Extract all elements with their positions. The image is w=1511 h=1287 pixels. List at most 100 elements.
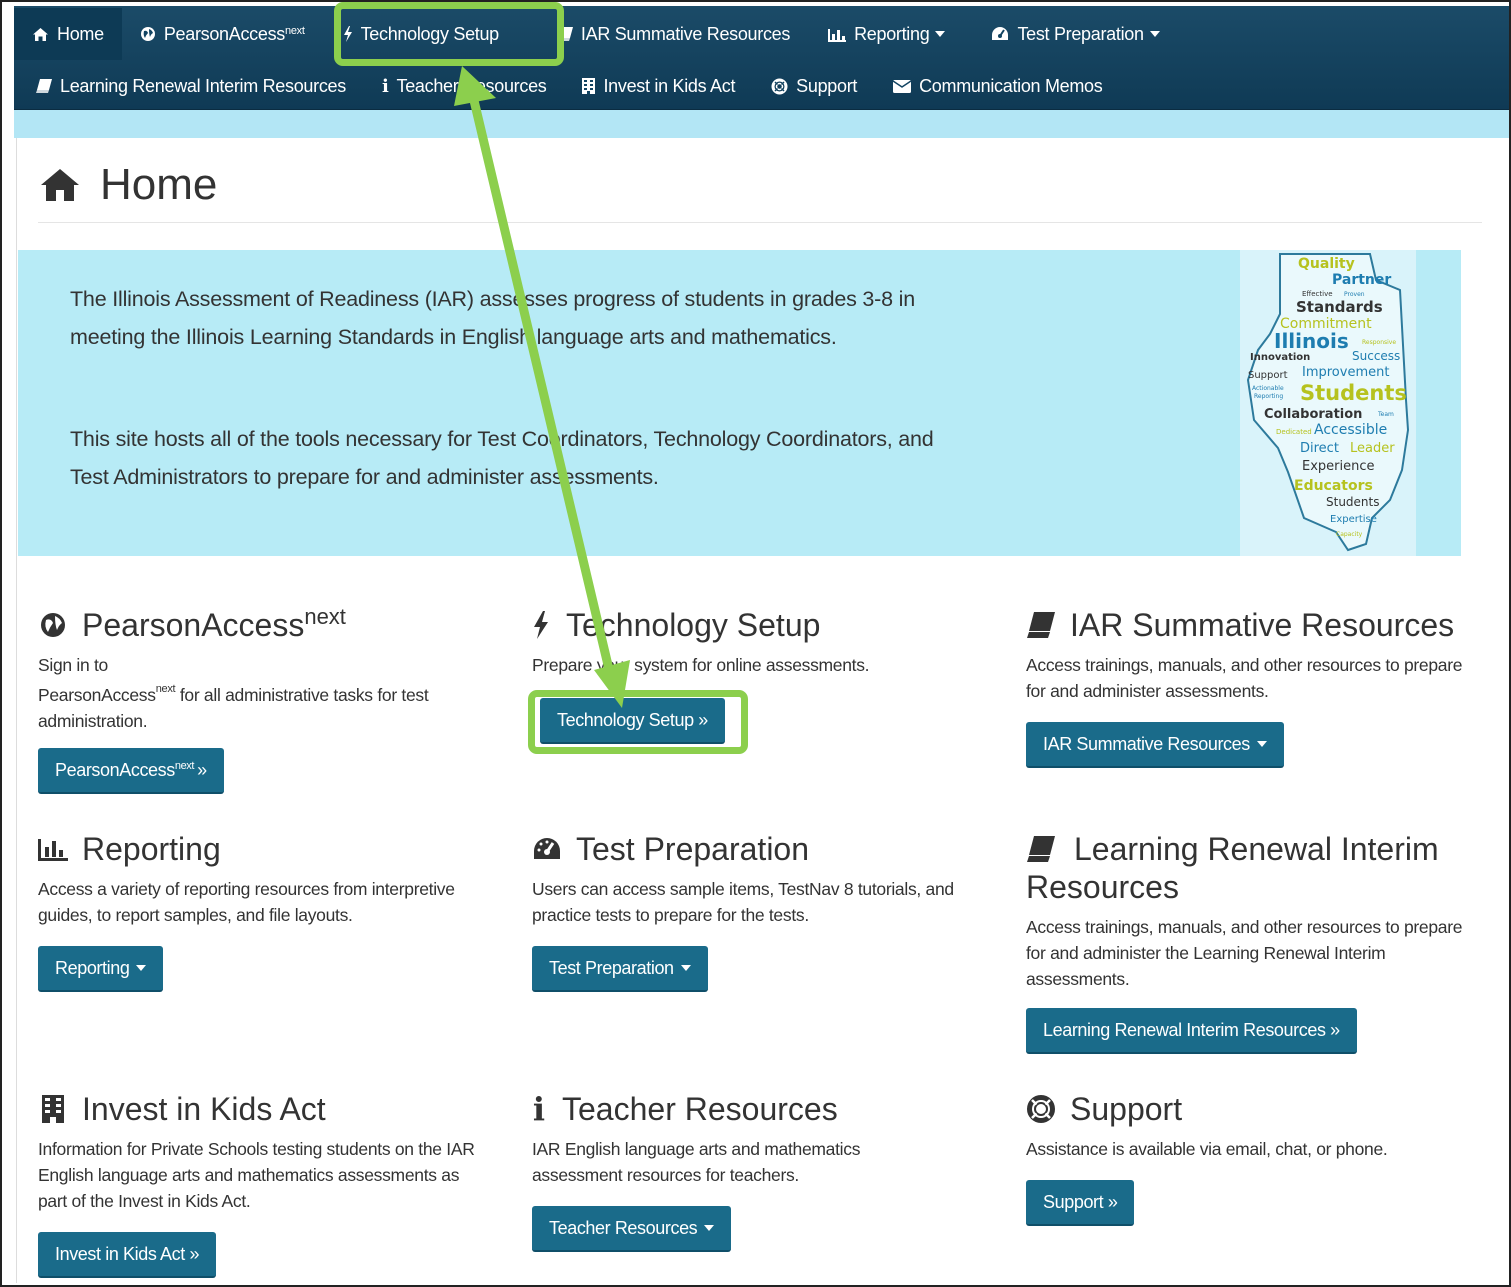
highlight-box-technology-setup-button bbox=[528, 690, 748, 754]
envelope-icon bbox=[893, 79, 912, 93]
card-invest-kids: Invest in Kids Act Information for Priva… bbox=[38, 1090, 488, 1214]
nav-test-preparation[interactable]: Test Preparation bbox=[963, 8, 1177, 60]
book-icon bbox=[36, 79, 52, 93]
svg-text:Success: Success bbox=[1352, 349, 1400, 363]
learning-renewal-button[interactable]: Learning Renewal Interim Resources » bbox=[1026, 1008, 1357, 1054]
support-button[interactable]: Support » bbox=[1026, 1180, 1135, 1226]
nav-iar-summative-label: IAR Summative Resources bbox=[580, 23, 791, 44]
svg-text:Educators: Educators bbox=[1294, 478, 1373, 494]
card-learning-renewal-desc: Access trainings, manuals, and other res… bbox=[1026, 917, 1463, 989]
nav-support-label: Support bbox=[796, 75, 858, 96]
nav-reporting-label: Reporting bbox=[854, 23, 930, 44]
card-technology-setup-desc: Prepare your system for online assessmen… bbox=[532, 655, 870, 675]
bolt-icon bbox=[532, 610, 550, 640]
card-pearsonaccess-title-sup: next bbox=[304, 604, 346, 629]
pearsonaccess-button-tail: » bbox=[197, 759, 207, 780]
card-test-preparation-title: Test Preparation bbox=[532, 830, 962, 868]
card-reporting-desc: Access a variety of reporting resources … bbox=[38, 879, 455, 925]
nav-row-2: Learning Renewal Interim Resources i Tea… bbox=[14, 60, 1120, 112]
card-iar-summative-desc: Access trainings, manuals, and other res… bbox=[1026, 655, 1463, 701]
card-learning-renewal-title-text: Learning Renewal Interim Resources bbox=[1026, 831, 1439, 905]
chevron-down-icon bbox=[704, 1225, 715, 1231]
chevron-down-icon bbox=[136, 965, 147, 971]
svg-text:Proven: Proven bbox=[1344, 291, 1365, 298]
nav-support[interactable]: Support bbox=[753, 60, 875, 112]
invest-kids-button-label: Invest in Kids Act » bbox=[55, 1243, 200, 1264]
nav-pearsonaccess-label: PearsonAccess bbox=[163, 23, 285, 44]
card-reporting-title: Reporting bbox=[38, 830, 498, 868]
svg-text:Capacity: Capacity bbox=[1336, 531, 1363, 538]
svg-text:Students: Students bbox=[1300, 381, 1407, 405]
card-iar-summative-title: IAR Summative Resources bbox=[1026, 606, 1476, 644]
page-title: Home bbox=[38, 160, 217, 210]
nav-communication-memos-label: Communication Memos bbox=[919, 75, 1103, 96]
svg-text:Experience: Experience bbox=[1302, 459, 1375, 474]
chevron-down-icon bbox=[1149, 31, 1160, 37]
nav-home[interactable]: Home bbox=[14, 8, 122, 60]
svg-text:Partner: Partner bbox=[1332, 272, 1391, 288]
card-technology-setup-title-text: Technology Setup bbox=[566, 607, 821, 643]
learning-renewal-button-label: Learning Renewal Interim Resources » bbox=[1043, 1019, 1340, 1040]
reporting-button-label: Reporting bbox=[55, 957, 130, 978]
dashboard-icon bbox=[991, 26, 1009, 42]
info-icon: i bbox=[532, 1090, 546, 1128]
nav-teacher-resources[interactable]: i Teacher Resources bbox=[364, 60, 565, 112]
chevron-down-icon bbox=[1256, 741, 1267, 747]
svg-text:Students: Students bbox=[1326, 495, 1380, 509]
invest-kids-button[interactable]: Invest in Kids Act » bbox=[38, 1232, 217, 1278]
card-pearsonaccess-desc: Sign in to PearsonAccessnext for all adm… bbox=[38, 652, 493, 734]
info-icon: i bbox=[381, 75, 389, 97]
iar-summative-button[interactable]: IAR Summative Resources bbox=[1026, 722, 1284, 768]
card-support-desc: Assistance is available via email, chat,… bbox=[1026, 1139, 1388, 1159]
svg-text:Quality: Quality bbox=[1298, 256, 1355, 272]
card-technology-setup: Technology Setup Prepare your system for… bbox=[532, 606, 972, 678]
nav-communication-memos[interactable]: Communication Memos bbox=[875, 60, 1120, 112]
svg-text:Dedicated: Dedicated bbox=[1276, 428, 1312, 436]
home-icon bbox=[32, 27, 49, 42]
book-icon bbox=[1026, 610, 1056, 640]
teacher-resources-button[interactable]: Teacher Resources bbox=[532, 1206, 732, 1252]
chevron-down-icon bbox=[680, 965, 691, 971]
card-teacher-resources-desc: IAR English language arts and mathematic… bbox=[532, 1139, 861, 1185]
chevron-down-icon bbox=[935, 31, 946, 37]
nav-teacher-resources-label: Teacher Resources bbox=[396, 75, 547, 96]
test-preparation-button[interactable]: Test Preparation bbox=[532, 946, 708, 992]
iar-summative-button-label: IAR Summative Resources bbox=[1043, 733, 1250, 754]
svg-text:Accessible: Accessible bbox=[1314, 422, 1387, 438]
card-technology-setup-title: Technology Setup bbox=[532, 606, 972, 644]
life-ring-icon bbox=[771, 78, 788, 95]
support-button-label: Support » bbox=[1043, 1191, 1118, 1212]
card-teacher-resources: i Teacher Resources IAR English language… bbox=[532, 1090, 952, 1188]
pearsonaccess-button-sup: next bbox=[174, 760, 195, 772]
svg-text:Collaboration: Collaboration bbox=[1264, 407, 1362, 422]
card-learning-renewal-title: Learning Renewal Interim Resources bbox=[1026, 830, 1466, 906]
card-test-preparation-desc: Users can access sample items, TestNav 8… bbox=[532, 879, 954, 925]
home-icon bbox=[38, 165, 82, 205]
page-title-text: Home bbox=[100, 160, 218, 209]
nav-home-label: Home bbox=[57, 23, 104, 44]
illinois-word-map-logo: Quality Partner Effective Proven Standar… bbox=[1240, 250, 1416, 556]
card-iar-summative: IAR Summative Resources Access trainings… bbox=[1026, 606, 1476, 704]
title-divider bbox=[38, 222, 1482, 223]
teacher-resources-button-label: Teacher Resources bbox=[549, 1217, 698, 1238]
svg-text:Expertise: Expertise bbox=[1330, 514, 1377, 525]
globe-icon bbox=[140, 26, 156, 42]
card-teacher-resources-title: i Teacher Resources bbox=[532, 1090, 952, 1128]
card-pearsonaccess-title: PearsonAccess next bbox=[38, 604, 493, 644]
nav-learning-renewal[interactable]: Learning Renewal Interim Resources bbox=[14, 60, 364, 112]
nav-invest-kids-label: Invest in Kids Act bbox=[603, 75, 736, 96]
card-test-preparation-title-text: Test Preparation bbox=[576, 831, 810, 867]
svg-text:Innovation: Innovation bbox=[1250, 352, 1310, 363]
nav-reporting[interactable]: Reporting bbox=[808, 8, 963, 60]
svg-text:Support: Support bbox=[1248, 370, 1288, 381]
reporting-button[interactable]: Reporting bbox=[38, 946, 164, 992]
card-iar-summative-title-text: IAR Summative Resources bbox=[1070, 607, 1455, 643]
dashboard-icon bbox=[532, 834, 562, 864]
card-pearsonaccess: PearsonAccess next Sign in to PearsonAcce… bbox=[38, 604, 493, 734]
svg-text:Team: Team bbox=[1377, 411, 1394, 418]
pearsonaccess-button[interactable]: PearsonAccess next» bbox=[38, 748, 224, 794]
card-test-preparation: Test Preparation Users can access sample… bbox=[532, 830, 962, 928]
card-reporting-title-text: Reporting bbox=[82, 831, 221, 867]
nav-pearsonaccess[interactable]: PearsonAccess next bbox=[122, 8, 323, 60]
nav-invest-kids[interactable]: Invest in Kids Act bbox=[564, 60, 753, 112]
